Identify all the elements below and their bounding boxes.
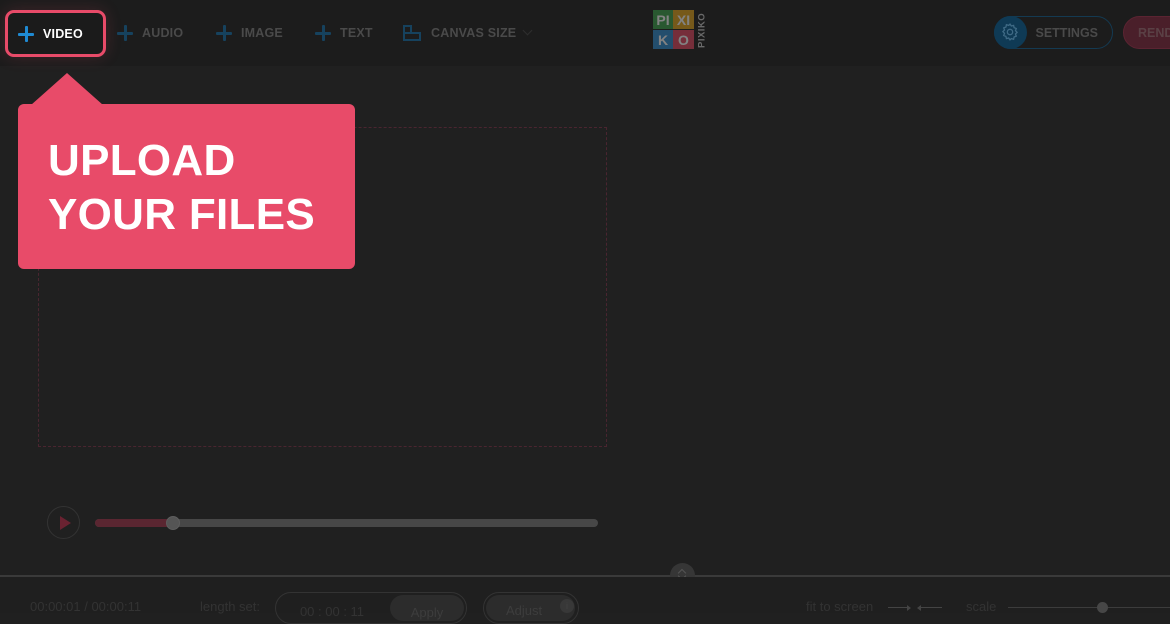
tooltip-text: UPLOAD YOUR FILES <box>48 134 348 242</box>
add-text-button[interactable]: TEXT <box>315 10 373 56</box>
tooltip-line: UPLOAD <box>48 136 236 185</box>
play-icon <box>60 516 71 530</box>
fit-to-screen-label: fit to screen <box>806 599 874 614</box>
length-set-group: Apply <box>275 592 467 624</box>
seekbar-progress <box>95 519 173 527</box>
add-image-label: IMAGE <box>241 26 283 40</box>
canvas-size-dropdown[interactable]: CANVAS SIZE <box>403 10 533 56</box>
length-input[interactable] <box>276 593 388 622</box>
scale-label: scale <box>966 599 997 614</box>
plus-icon <box>18 25 34 42</box>
settings-button[interactable]: SETTINGS <box>993 15 1113 49</box>
info-icon[interactable]: i <box>560 599 574 613</box>
fit-to-screen-icon[interactable] <box>888 605 942 611</box>
logo-cell: K <box>653 30 673 49</box>
upload-tooltip: UPLOAD YOUR FILES <box>18 104 355 269</box>
canvas-size-icon <box>403 25 421 41</box>
time-readout: 00:00:01 / 00:00:11 <box>30 599 142 614</box>
add-audio-label: AUDIO <box>142 26 184 40</box>
add-image-button[interactable]: IMAGE <box>216 10 283 56</box>
plus-icon <box>216 25 232 41</box>
plus-icon <box>315 25 331 41</box>
logo-cell: XI <box>673 10 694 29</box>
scale-slider[interactable] <box>1008 602 1170 613</box>
chevron-down-icon <box>522 25 533 36</box>
tooltip-arrow <box>31 73 103 105</box>
scale-slider-handle[interactable] <box>1096 602 1108 613</box>
pixiko-logo[interactable]: PI XI K O PIXIKO <box>653 10 715 50</box>
play-button[interactable] <box>47 506 80 539</box>
canvas-size-label: CANVAS SIZE <box>431 26 517 40</box>
settings-label: SETTINGS <box>1035 25 1099 40</box>
tooltip-line: YOUR FILES <box>48 190 316 239</box>
apply-button[interactable]: Apply <box>390 595 464 621</box>
add-video-label: VIDEO <box>43 26 83 41</box>
gear-icon <box>993 15 1027 49</box>
top-toolbar: VIDEO AUDIO IMAGE TEXT CANVAS SIZE PI XI… <box>0 0 1170 66</box>
add-audio-button[interactable]: AUDIO <box>117 10 183 56</box>
adjust-button[interactable]: Adjust i <box>483 592 579 624</box>
logo-cell: O <box>673 30 694 49</box>
length-set-label: length set: <box>200 599 260 614</box>
add-video-button[interactable]: VIDEO <box>5 10 106 57</box>
playback-seekbar[interactable] <box>95 516 598 530</box>
seekbar-handle[interactable] <box>165 516 180 530</box>
render-button[interactable]: RENDER <box>1123 16 1170 49</box>
timeline-controls: 00:00:01 / 00:00:11 length set: Apply Ad… <box>0 577 1170 624</box>
plus-icon <box>117 25 133 41</box>
add-text-label: TEXT <box>340 26 373 40</box>
logo-cell: PI <box>653 10 673 29</box>
logo-wordmark: PIXIKO <box>696 12 708 48</box>
render-label: RENDER <box>1138 25 1170 40</box>
